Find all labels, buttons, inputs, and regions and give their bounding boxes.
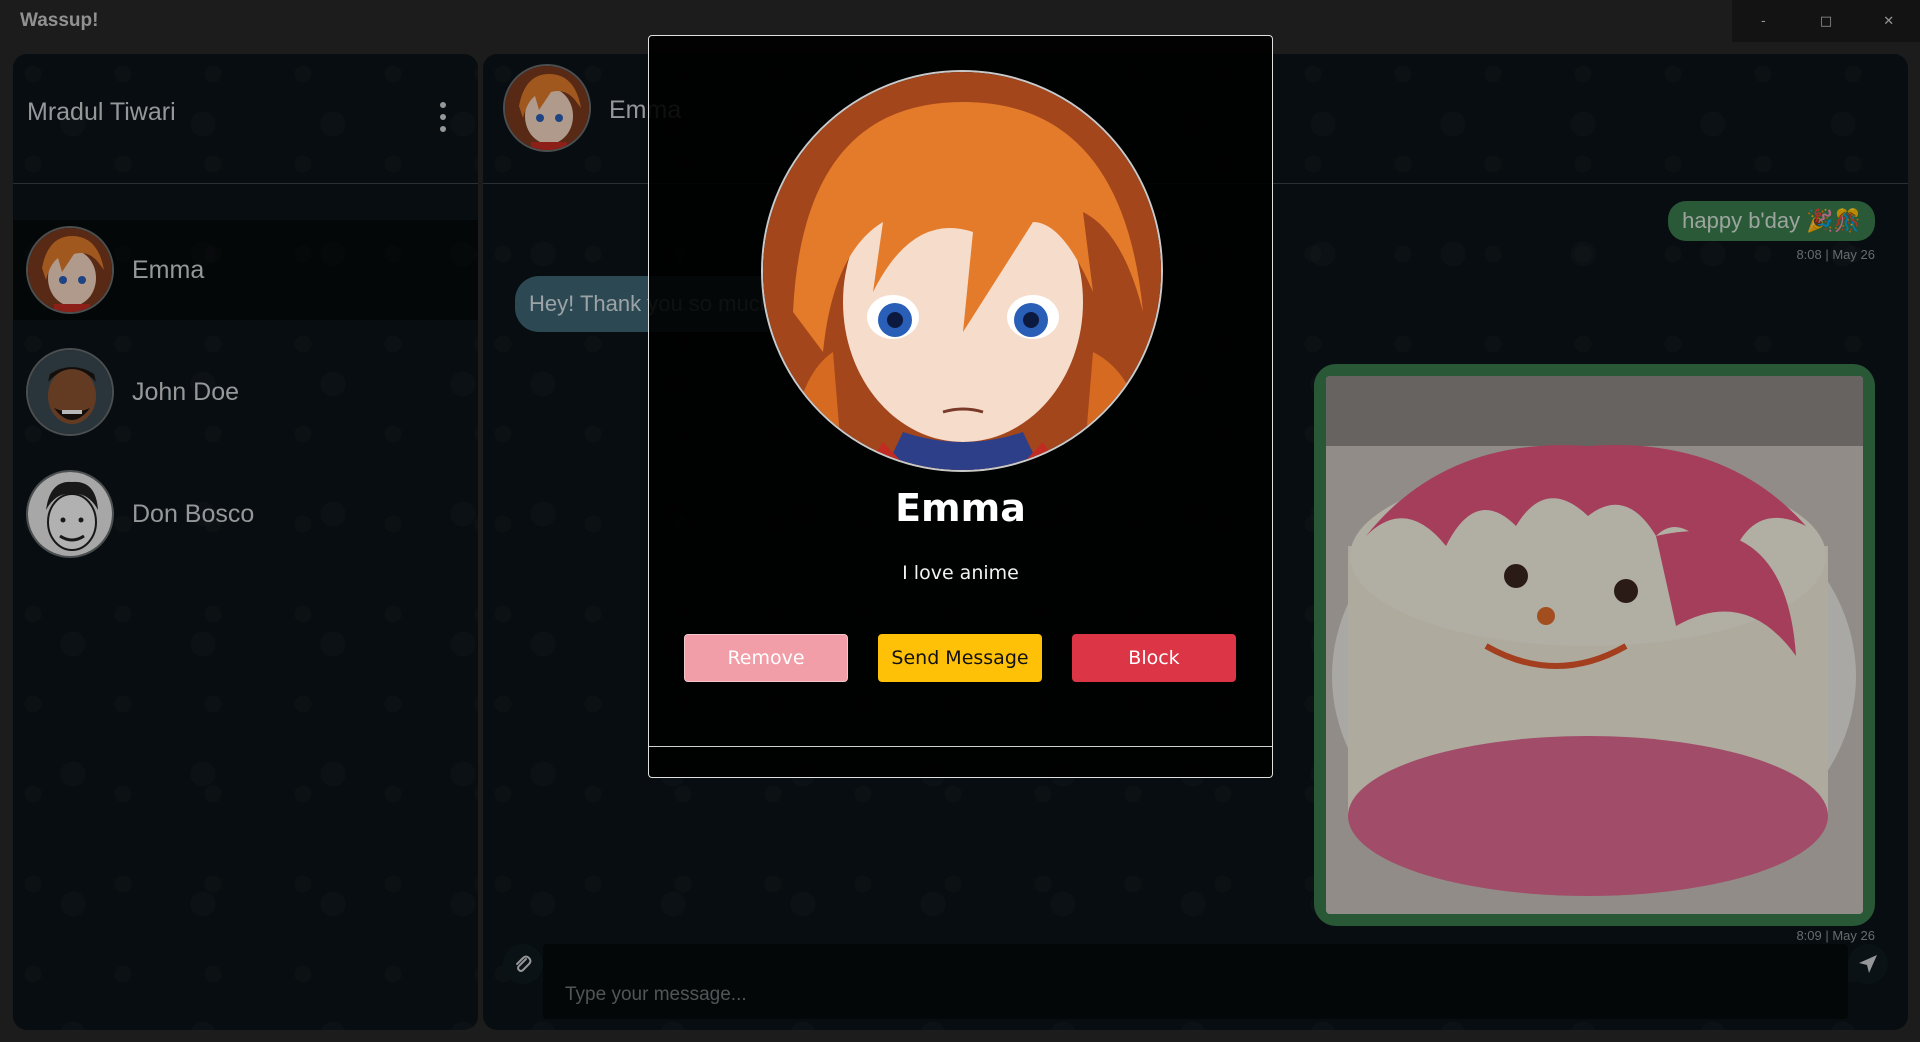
send-message-button[interactable]: Send Message — [878, 634, 1042, 682]
remove-button[interactable]: Remove — [684, 634, 848, 682]
profile-modal: Emma I love anime Remove Send Message Bl… — [648, 35, 1273, 778]
modal-divider — [649, 746, 1272, 747]
profile-name: Emma — [895, 486, 1026, 530]
profile-actions: Remove Send Message Block — [649, 634, 1272, 682]
block-button[interactable]: Block — [1072, 634, 1236, 682]
profile-status: I love anime — [902, 562, 1019, 584]
profile-avatar — [761, 70, 1163, 472]
